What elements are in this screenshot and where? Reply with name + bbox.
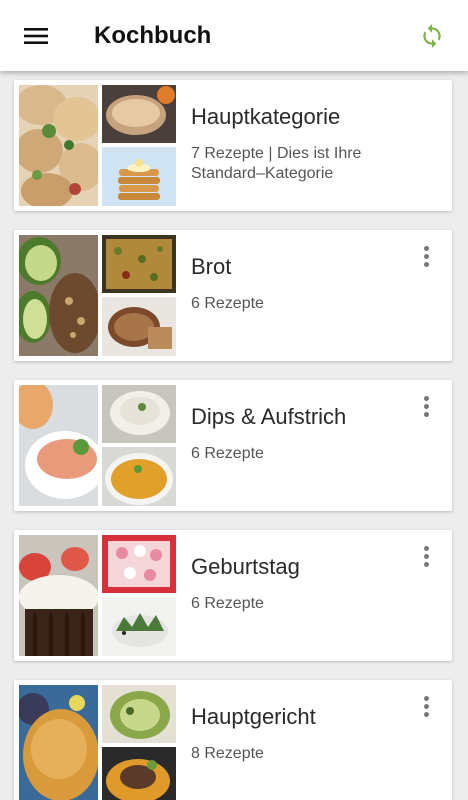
category-card-dips-aufstrich[interactable]: Dips & Aufstrich 6 Rezepte xyxy=(14,380,452,511)
app-bar: Kochbuch xyxy=(0,0,468,71)
category-thumbnails xyxy=(19,685,176,800)
category-name: Hauptkategorie xyxy=(191,104,341,129)
menu-button[interactable] xyxy=(16,16,56,56)
food-photo xyxy=(102,147,176,206)
category-subtitle: 8 Rezepte xyxy=(191,745,264,762)
overflow-menu-button[interactable] xyxy=(414,244,438,268)
category-subtitle: 6 Rezepte xyxy=(191,295,264,312)
category-card-hauptkategorie[interactable]: Hauptkategorie 7 Rezepte | Dies ist Ihre… xyxy=(14,80,452,211)
category-card-hauptgericht[interactable]: Hauptgericht 8 Rezepte xyxy=(14,680,452,800)
food-photo xyxy=(102,597,176,656)
category-card-geburtstag[interactable]: Geburtstag 6 Rezepte xyxy=(14,530,452,661)
food-photo xyxy=(102,447,176,506)
app-title: Kochbuch xyxy=(94,22,212,49)
food-photo xyxy=(102,85,176,143)
food-photo xyxy=(102,747,176,800)
food-photo xyxy=(102,235,176,293)
category-name: Geburtstag xyxy=(191,554,300,579)
category-thumbnails xyxy=(19,235,176,356)
category-subtitle: 6 Rezepte xyxy=(191,595,264,612)
food-photo xyxy=(102,385,176,443)
category-name: Brot xyxy=(191,254,232,279)
more-vert-icon xyxy=(423,545,429,551)
category-subtitle: 6 Rezepte xyxy=(191,445,264,462)
sync-button[interactable] xyxy=(412,16,452,56)
food-photo xyxy=(19,685,98,800)
category-list: Hauptkategorie 7 Rezepte | Dies ist Ihre… xyxy=(0,71,468,800)
category-card-brot[interactable]: Brot 6 Rezepte xyxy=(14,230,452,361)
more-vert-icon xyxy=(423,245,429,251)
food-photo xyxy=(102,535,176,593)
food-photo xyxy=(102,297,176,356)
overflow-menu-button[interactable] xyxy=(414,694,438,718)
overflow-menu-button[interactable] xyxy=(414,394,438,418)
food-photo xyxy=(19,235,98,356)
category-subtitle: 7 Rezepte | Dies ist Ihre Standard–Kateg… xyxy=(191,145,362,182)
category-thumbnails xyxy=(19,385,176,506)
food-photo xyxy=(19,535,98,656)
more-vert-icon xyxy=(423,695,429,701)
more-vert-icon xyxy=(423,395,429,401)
food-photo xyxy=(19,85,98,206)
category-thumbnails xyxy=(19,85,176,206)
hamburger-menu-icon xyxy=(24,28,48,44)
category-name: Dips & Aufstrich xyxy=(191,404,347,429)
sync-icon xyxy=(423,24,441,48)
overflow-menu-button[interactable] xyxy=(414,544,438,568)
food-photo xyxy=(102,685,176,743)
category-thumbnails xyxy=(19,535,176,656)
category-name: Hauptgericht xyxy=(191,704,316,729)
food-photo xyxy=(19,385,98,506)
